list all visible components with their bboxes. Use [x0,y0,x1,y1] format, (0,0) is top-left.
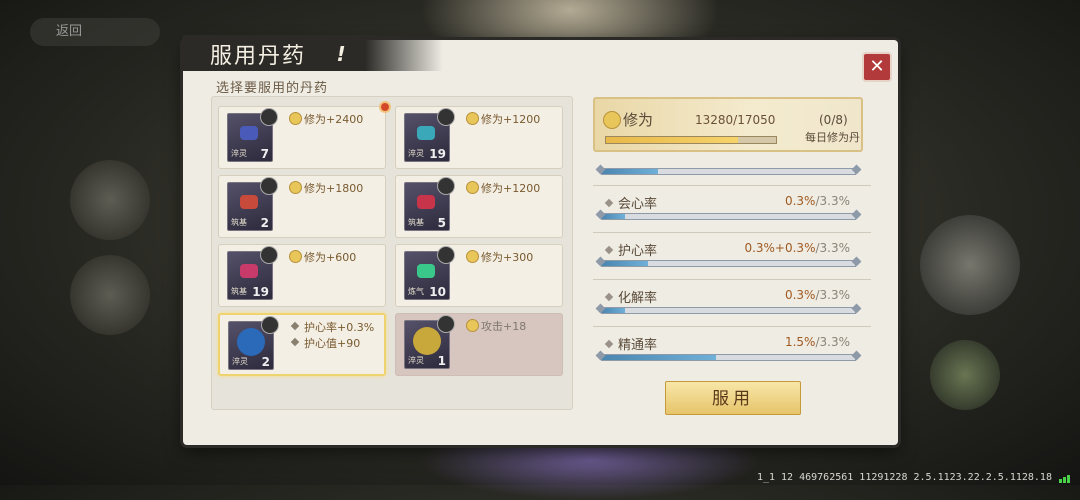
pill-tier: 淬灵 [231,149,247,158]
info-icon[interactable]: ! [332,42,350,66]
xiuwei-label: 修为 [623,111,654,129]
pill-teal-icon: 淬灵 19 [404,108,455,162]
pill-tier: 筑基 [408,218,424,227]
stat-progress-bar [601,213,856,220]
diamond-icon [604,245,614,255]
pill-green-icon: 炼气 10 [404,246,455,300]
pill-blue-icon: 淬灵 7 [227,108,278,162]
pill-card[interactable]: 淬灵 19 修为+1200 [395,106,563,169]
lock-badge-icon [437,177,455,195]
xiuwei-coin-icon [289,112,302,125]
pill-card[interactable]: 淬灵 2 护心率+0.3% 护心值+90 [218,313,386,376]
divider [593,185,871,186]
background-character-icon [70,160,150,240]
status-text: 1_1 12 469762561 11291228 2.5.1123.22.2.… [756,472,1052,483]
pill-card[interactable]: 炼气 10 修为+300 [395,244,563,307]
pill-tier: 筑基 [231,218,247,227]
pill-tier: 炼气 [408,287,424,296]
back-button[interactable]: 返回 [30,18,160,46]
diamond-icon [604,339,614,349]
lock-badge-icon [437,315,455,333]
lock-badge-icon [437,246,455,264]
divider [593,279,871,280]
pill-effect: 修为+2400 [289,111,363,127]
xiuwei-icon [603,111,621,129]
pill-card[interactable]: 筑基 19 修为+600 [218,244,386,307]
lock-badge-icon [260,177,278,195]
pill-count: 19 [252,285,269,299]
pill-tier: 淬灵 [408,149,424,158]
pill-effect: 修为+1200 [466,180,540,196]
pill-count: 10 [429,285,446,299]
pill-count: 1 [437,354,446,368]
stat-label: 精通率 [604,334,657,353]
diamond-icon [604,292,614,302]
divider [593,232,871,233]
take-pill-button[interactable]: 服用 [665,381,801,415]
pill-count: 2 [260,216,269,230]
daily-count: (0/8) [819,113,848,127]
orb-blue-icon: 淬灵 2 [228,316,279,370]
diamond-icon [290,321,300,331]
pill-card[interactable]: 淬灵 7 修为+2400 [218,101,391,169]
stat-value: 0.3%+0.3%/3.3% [744,241,850,255]
stat-label: 会心率 [604,193,657,212]
background-menu-icon [930,340,1000,410]
pill-crimson-icon: 筑基 5 [404,177,455,231]
xiuwei-coin-icon [466,112,479,125]
pill-effect: 修为+1800 [289,180,363,196]
status-bar: 1_1 12 469762561 11291228 2.5.1123.22.2.… [757,472,1070,483]
xiuwei-coin-icon [289,181,302,194]
stat-progress-bar [601,260,856,267]
xiuwei-coin-icon [466,250,479,263]
stat-label: 护心率 [604,240,657,259]
pill-magenta-icon: 筑基 19 [227,246,278,300]
pill-count: 7 [260,147,269,161]
xiuwei-coin-icon [289,250,302,263]
pill-count: 19 [429,147,446,161]
xiuwei-value: 13280/17050 [695,113,776,127]
top-progress-bar [601,168,856,175]
dialog-title: 服用丹药 [210,44,307,69]
stat-progress-bar [601,354,856,361]
stat-label: 化解率 [604,287,657,306]
lock-badge-icon [437,108,455,126]
xiuwei-panel: 修为 13280/17050 (0/8) 每日修为丹 [593,97,863,152]
notification-dot-icon [379,101,391,113]
lock-badge-icon [260,108,278,126]
background-menu-icon [920,215,1020,315]
diamond-icon [604,198,614,208]
diamond-icon [290,337,300,347]
background-character-icon [70,255,150,335]
divider [593,326,871,327]
pill-effect: 攻击+18 [466,318,526,334]
stat-value: 1.5%/3.3% [784,335,850,349]
pill-tier: 筑基 [231,287,247,296]
xiuwei-progress-bar [605,136,777,144]
pill-count: 5 [437,216,446,230]
stat-value: 0.3%/3.3% [784,288,850,302]
close-button[interactable]: ✕ [862,52,892,82]
pill-tier: 淬灵 [408,356,424,365]
daily-label: 每日修为丹 [805,131,860,144]
pill-effect: 修为+600 [289,249,356,265]
pill-effect: 护心率+0.3% 护心值+90 [290,319,374,351]
pill-card[interactable]: 筑基 2 修为+1800 [218,175,386,238]
stat-value: 0.3%/3.3% [784,194,850,208]
stat-progress-bar [601,307,856,314]
pill-effect: 修为+300 [466,249,533,265]
pill-card[interactable]: 淬灵 1 攻击+18 [395,313,563,376]
signal-icon [1058,472,1070,483]
pill-card[interactable]: 筑基 5 修为+1200 [395,175,563,238]
lock-badge-icon [260,246,278,264]
pill-red-icon: 筑基 2 [227,177,278,231]
pill-effect: 修为+1200 [466,111,540,127]
orb-gold-icon: 淬灵 1 [404,315,455,369]
xiuwei-coin-icon [466,319,479,332]
pill-count: 2 [261,355,270,369]
pill-tier: 淬灵 [232,357,248,366]
xiuwei-coin-icon [466,181,479,194]
lock-badge-icon [261,316,279,334]
list-title: 选择要服用的丹药 [216,81,329,96]
